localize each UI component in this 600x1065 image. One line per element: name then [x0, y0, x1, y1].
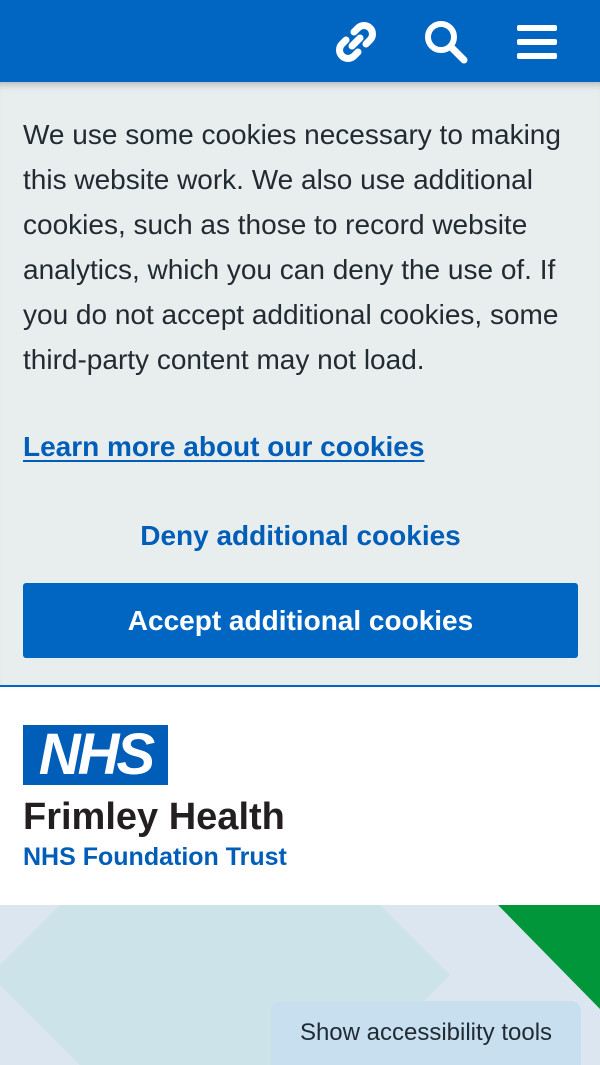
organisation-subtitle: NHS Foundation Trust: [23, 843, 287, 871]
organisation-name: Frimley Health: [23, 796, 285, 838]
deny-cookies-button[interactable]: Deny additional cookies: [23, 514, 578, 558]
accept-cookies-button[interactable]: Accept additional cookies: [23, 583, 578, 658]
nhs-logo[interactable]: NHS: [23, 725, 168, 785]
nhs-logo-text: NHS: [38, 722, 155, 787]
menu-icon: [517, 25, 557, 59]
search-button[interactable]: [418, 14, 474, 70]
cookie-message: We use some cookies necessary to making …: [23, 119, 561, 375]
search-icon: [425, 21, 468, 64]
link-icon: [336, 22, 376, 62]
menu-button[interactable]: [509, 14, 565, 70]
site-header: NHS Frimley Health NHS Foundation Trust: [0, 689, 600, 905]
learn-more-cookies-link[interactable]: Learn more about our cookies: [23, 427, 424, 467]
show-accessibility-tools-button[interactable]: Show accessibility tools: [271, 1001, 581, 1065]
link-button[interactable]: [328, 14, 384, 70]
cookie-banner: We use some cookies necessary to making …: [0, 82, 600, 687]
hero-banner: Show accessibility tools: [0, 905, 600, 1065]
top-bar: [0, 0, 600, 82]
